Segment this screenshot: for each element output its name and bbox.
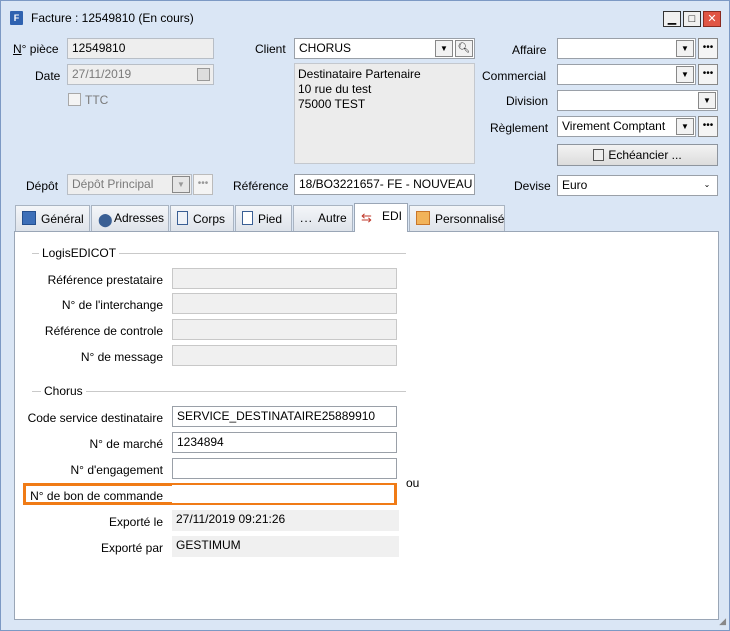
interchange-field[interactable] xyxy=(172,293,397,314)
chevron-down-icon: ▼ xyxy=(172,176,190,193)
chevron-down-icon[interactable]: ▼ xyxy=(676,118,694,135)
custom-icon xyxy=(416,211,430,225)
commercial-label: Commercial xyxy=(482,69,547,83)
piece-field: 12549810 xyxy=(67,38,214,59)
client-field[interactable]: CHORUS ▼ 🔍︎ xyxy=(294,38,475,59)
affaire-label: Affaire xyxy=(512,43,547,57)
interchange-label: N° de l'interchange xyxy=(61,298,163,312)
tab-pied[interactable]: Pied xyxy=(235,205,292,231)
division-field[interactable]: ▼ xyxy=(557,90,718,111)
calendar-icon xyxy=(593,149,605,161)
tab-personnalise[interactable]: Personnalisé xyxy=(409,205,505,231)
app-icon: F xyxy=(10,11,23,25)
exporte-le-label: Exporté le xyxy=(108,515,163,529)
marche-field[interactable]: 1234894 xyxy=(172,432,397,453)
invoice-window: F Facture : 12549810 (En cours) ▁ □ ✕ N°… xyxy=(0,0,730,631)
exporte-par-field: GESTIMUM xyxy=(172,536,399,557)
page-icon xyxy=(242,211,253,225)
exchange-arrows-icon: ⇆ xyxy=(361,210,372,225)
tab-corps[interactable]: Corps xyxy=(170,205,234,231)
reglement-more-button[interactable]: ••• xyxy=(698,116,718,137)
tab-general[interactable]: Général xyxy=(15,205,90,231)
ttc-label: TTC xyxy=(85,93,109,107)
exporte-par-label: Exporté par xyxy=(100,541,163,555)
reglement-field[interactable]: Virement Comptant ▼ xyxy=(557,116,696,137)
window-title: Facture : 12549810 (En cours) xyxy=(31,11,194,25)
client-address: Destinataire Partenaire 10 rue du test 7… xyxy=(294,63,475,164)
ref-controle-label: Référence de controle xyxy=(44,324,163,338)
chevron-down-icon[interactable]: ⌄ xyxy=(698,177,716,194)
chevron-down-icon[interactable]: ▼ xyxy=(676,66,694,83)
address-line-1: Destinataire Partenaire xyxy=(298,67,421,81)
affaire-field[interactable]: ▼ xyxy=(557,38,696,59)
ref-prestataire-label: Référence prestataire xyxy=(47,273,163,287)
code-service-label: Code service destinataire xyxy=(27,411,163,425)
affaire-more-button[interactable]: ••• xyxy=(698,38,718,59)
reglement-label: Règlement xyxy=(490,121,549,135)
resize-grip-icon[interactable]: ◢ xyxy=(719,616,726,627)
location-pin-icon: ⬤ xyxy=(98,212,113,227)
tab-edi[interactable]: ⇆ EDI xyxy=(354,203,408,232)
calendar-icon[interactable] xyxy=(197,68,210,81)
ellipsis-icon: ... xyxy=(300,211,314,225)
ou-label: ou xyxy=(406,476,420,490)
chorus-group-title: Chorus xyxy=(41,384,86,398)
commercial-field[interactable]: ▼ xyxy=(557,64,696,85)
depot-more-button: ••• xyxy=(193,174,213,195)
code-service-field[interactable]: SERVICE_DESTINATAIRE25889910 xyxy=(172,406,397,427)
chevron-down-icon[interactable]: ▼ xyxy=(698,92,716,109)
close-button[interactable]: ✕ xyxy=(703,11,721,27)
division-label: Division xyxy=(506,94,549,108)
reference-field[interactable]: 18/BO3221657- FE - NOUVEAU H xyxy=(294,174,475,195)
chorus-group-line xyxy=(32,391,406,392)
minimize-button[interactable]: ▁ xyxy=(663,11,681,27)
tab-autre[interactable]: ... Autre xyxy=(293,205,353,231)
depot-field: Dépôt Principal ▼ xyxy=(67,174,192,195)
date-label: Date xyxy=(35,69,61,83)
piece-label: N° pièce xyxy=(13,42,59,56)
commercial-more-button[interactable]: ••• xyxy=(698,64,718,85)
bon-commande-field[interactable] xyxy=(172,485,394,503)
logis-group-title: LogisEDICOT xyxy=(39,246,120,260)
document-icon xyxy=(177,211,188,225)
message-label: N° de message xyxy=(80,350,163,364)
ref-controle-field[interactable] xyxy=(172,319,397,340)
chevron-down-icon[interactable]: ▼ xyxy=(676,40,694,57)
reference-label: Référence xyxy=(233,179,289,193)
tab-adresses[interactable]: ⬤Adresses xyxy=(91,205,169,231)
date-field[interactable]: 27/11/2019 xyxy=(67,64,214,85)
maximize-button[interactable]: □ xyxy=(683,11,701,27)
chevron-down-icon[interactable]: ▼ xyxy=(435,40,453,57)
echeancier-button[interactable]: Echéancier ... xyxy=(557,144,718,166)
ttc-checkbox[interactable] xyxy=(68,93,81,106)
address-line-2: 10 rue du test xyxy=(298,82,372,96)
marche-label: N° de marché xyxy=(89,437,164,451)
ref-prestataire-field[interactable] xyxy=(172,268,397,289)
engagement-field[interactable] xyxy=(172,458,397,479)
general-icon xyxy=(22,211,36,225)
bon-commande-label: N° de bon de commande xyxy=(30,489,163,503)
devise-select[interactable]: Euro ⌄ xyxy=(557,175,718,196)
address-line-3: 75000 TEST xyxy=(298,97,366,111)
exporte-le-field: 27/11/2019 09:21:26 xyxy=(172,510,399,531)
search-icon[interactable]: 🔍︎ xyxy=(455,40,473,57)
engagement-label: N° d'engagement xyxy=(70,463,163,477)
client-label: Client xyxy=(255,42,286,56)
tab-bar: Général ⬤Adresses Corps Pied ... Autre ⇆ E… xyxy=(15,203,715,232)
devise-label: Devise xyxy=(514,179,551,193)
depot-label: Dépôt xyxy=(26,179,59,193)
title-bar: F Facture : 12549810 (En cours) ▁ □ ✕ xyxy=(1,1,729,31)
message-field[interactable] xyxy=(172,345,397,366)
